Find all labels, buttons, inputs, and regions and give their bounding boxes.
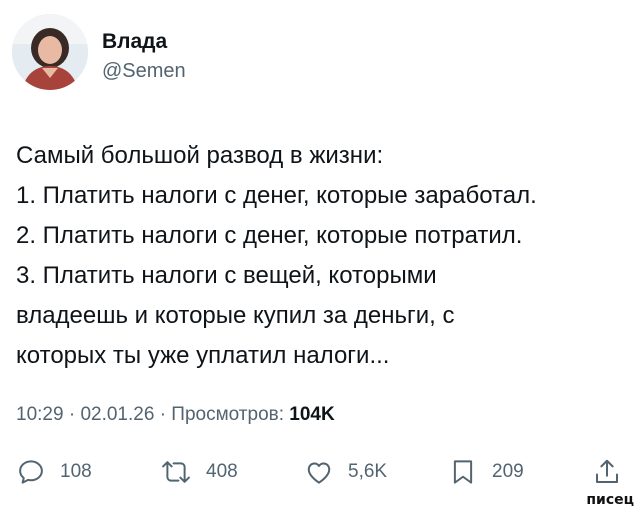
action-bar: 108 408 5,6K 209 (0, 452, 640, 492)
views-count: 104K (289, 404, 335, 425)
tweet-date[interactable]: 02.01.26 (80, 404, 154, 425)
views-label: Просмотров: (171, 404, 285, 425)
repost-button[interactable]: 408 (160, 452, 238, 492)
display-name[interactable]: Влада (102, 30, 167, 54)
avatar[interactable] (12, 14, 88, 90)
like-button[interactable]: 5,6K (304, 452, 387, 492)
repost-icon (162, 461, 190, 483)
tweet-card: Влада @Semen Самый большой развод в жизн… (0, 0, 640, 512)
tweet-line: 3. Платить налоги с вещей, которыми (16, 262, 437, 289)
tweet-time[interactable]: 10:29 (16, 404, 64, 425)
share-icon (596, 459, 618, 483)
meta-separator: · (68, 404, 76, 425)
avatar-photo (12, 14, 88, 90)
bookmark-icon (453, 460, 473, 484)
reply-count: 108 (60, 461, 92, 482)
user-handle[interactable]: @Semen (102, 60, 186, 83)
bookmark-button[interactable]: 209 (448, 452, 524, 492)
tweet-line: которых ты уже уплатил налоги... (16, 342, 390, 369)
tweet-line: 2. Платить налоги с денег, которые потра… (16, 222, 523, 249)
tweet-line: Самый большой развод в жизни: (16, 142, 384, 169)
tweet-line: владеешь и которые купил за деньги, с (16, 302, 455, 329)
repost-count: 408 (206, 461, 238, 482)
meta-separator: · (159, 404, 167, 425)
tweet-meta: 10:29 · 02.01.26 · Просмотров: 104K (16, 404, 335, 426)
like-count: 5,6K (348, 461, 388, 482)
reply-icon (19, 460, 43, 484)
tweet-line: 1. Платить налоги с денег, которые зараб… (16, 182, 537, 209)
bookmark-count: 209 (492, 461, 524, 482)
reply-button[interactable]: 108 (16, 452, 92, 492)
tweet-text: Самый большой развод в жизни: 1. Платить… (16, 136, 626, 376)
share-button[interactable] (592, 452, 622, 492)
like-icon (307, 462, 331, 484)
watermark: писец (586, 492, 634, 508)
